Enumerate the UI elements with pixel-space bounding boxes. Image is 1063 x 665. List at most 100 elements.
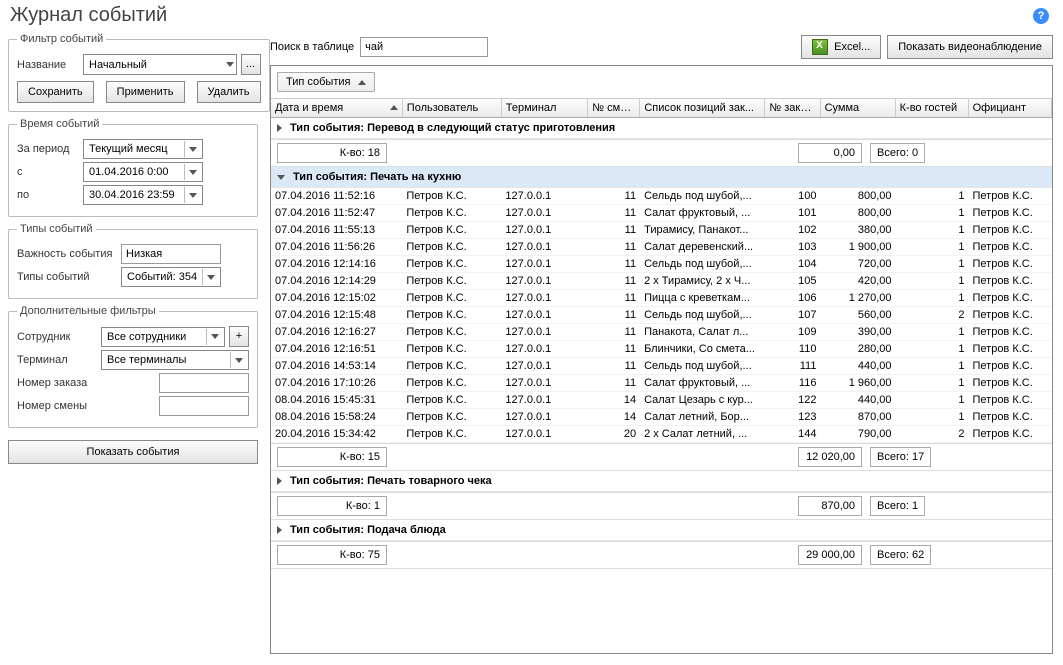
cell-sum: 1 900,00 (820, 239, 895, 256)
table-row[interactable]: 07.04.2016 12:14:29Петров К.С.127.0.0.11… (271, 273, 1052, 290)
col-positions[interactable]: Список позиций зак... (640, 99, 765, 118)
chevron-down-icon (189, 170, 197, 175)
excel-button[interactable]: Excel... (801, 35, 881, 59)
group-row[interactable]: Тип события: Подача блюда (271, 520, 1052, 541)
group-row[interactable]: Тип события: Перевод в следующий статус … (271, 118, 1052, 139)
cell-order: 104 (765, 256, 820, 273)
cell-shift: 11 (588, 307, 640, 324)
terminal-select[interactable]: Все терминалы (101, 350, 249, 370)
from-datetime[interactable]: 01.04.2016 0:00 (83, 162, 203, 182)
table-row[interactable]: 07.04.2016 17:10:26Петров К.С.127.0.0.11… (271, 375, 1052, 392)
cell-shift: 11 (588, 341, 640, 358)
save-button[interactable]: Сохранить (17, 81, 94, 103)
table-row[interactable]: 07.04.2016 11:56:26Петров К.С.127.0.0.11… (271, 239, 1052, 256)
cell-datetime: 07.04.2016 12:15:02 (271, 290, 402, 307)
col-terminal[interactable]: Терминал (501, 99, 587, 118)
group-summary: К-во: 18 0,00 Всего: 0 (271, 139, 1052, 167)
apply-button[interactable]: Применить (106, 81, 185, 103)
group-sum: 0,00 (798, 143, 862, 163)
help-icon[interactable]: ? (1033, 8, 1049, 24)
shift-num-input[interactable] (159, 396, 249, 416)
cell-positions: Салат фруктовый, ... (640, 375, 765, 392)
group-row[interactable]: Тип события: Печать товарного чека (271, 471, 1052, 492)
order-num-label: Номер заказа (17, 377, 97, 389)
importance-input[interactable] (121, 244, 221, 264)
cell-sum: 1 270,00 (820, 290, 895, 307)
table-row[interactable]: 07.04.2016 11:55:13Петров К.С.127.0.0.11… (271, 222, 1052, 239)
table-row[interactable]: 07.04.2016 11:52:16Петров К.С.127.0.0.11… (271, 188, 1052, 205)
cell-datetime: 20.04.2016 15:34:42 (271, 426, 402, 443)
cell-user: Петров К.С. (402, 222, 501, 239)
col-waiter[interactable]: Официант (968, 99, 1051, 118)
chevron-down-icon (235, 358, 243, 363)
search-input[interactable] (360, 37, 488, 57)
cell-datetime: 07.04.2016 11:52:16 (271, 188, 402, 205)
collapse-icon (277, 175, 285, 180)
group-row[interactable]: Тип события: Печать на кухню (271, 167, 1052, 188)
col-guests[interactable]: К-во гостей (895, 99, 968, 118)
add-employee-button[interactable]: + (229, 326, 249, 347)
group-by-label: Тип события (286, 76, 350, 88)
video-button[interactable]: Показать видеонаблюдение (887, 35, 1053, 59)
cell-shift: 11 (588, 324, 640, 341)
col-datetime[interactable]: Дата и время (271, 99, 402, 118)
order-num-input[interactable] (159, 373, 249, 393)
table-row[interactable]: 08.04.2016 15:58:24Петров К.С.127.0.0.11… (271, 409, 1052, 426)
group-count: К-во: 1 (277, 496, 387, 516)
name-label: Название (17, 59, 79, 71)
cell-datetime: 07.04.2016 11:55:13 (271, 222, 402, 239)
delete-button[interactable]: Удалить (197, 81, 261, 103)
show-events-button[interactable]: Показать события (8, 440, 258, 464)
event-types-value: Событий: 354 (127, 271, 197, 283)
to-label: по (17, 189, 79, 201)
cell-terminal: 127.0.0.1 (501, 324, 588, 341)
cell-user: Петров К.С. (402, 256, 501, 273)
types-legend: Типы событий (17, 223, 96, 235)
cell-sum: 870,00 (820, 409, 895, 426)
cell-guests: 1 (896, 409, 969, 426)
employee-value: Все сотрудники (107, 331, 186, 343)
event-types-select[interactable]: Событий: 354 (121, 267, 221, 287)
cell-user: Петров К.С. (402, 205, 501, 222)
table-row[interactable]: 08.04.2016 15:45:31Петров К.С.127.0.0.11… (271, 392, 1052, 409)
period-select[interactable]: Текущий месяц (83, 139, 203, 159)
to-datetime[interactable]: 30.04.2016 23:59 (83, 185, 203, 205)
table-row[interactable]: 07.04.2016 12:14:16Петров К.С.127.0.0.11… (271, 256, 1052, 273)
filter-legend: Фильтр событий (17, 33, 106, 45)
cell-waiter: Петров К.С. (969, 205, 1053, 222)
cell-order: 101 (765, 205, 820, 222)
table-row[interactable]: 07.04.2016 11:52:47Петров К.С.127.0.0.11… (271, 205, 1052, 222)
cell-sum: 440,00 (820, 392, 895, 409)
table-row[interactable]: 07.04.2016 12:16:51Петров К.С.127.0.0.11… (271, 341, 1052, 358)
cell-shift: 14 (588, 409, 640, 426)
employee-select[interactable]: Все сотрудники (101, 327, 225, 347)
cell-guests: 1 (896, 341, 969, 358)
col-order[interactable]: № заказа (765, 99, 820, 118)
cell-order: 122 (765, 392, 820, 409)
group-title: Тип события: Подача блюда (290, 524, 446, 536)
sort-asc-icon (358, 80, 366, 85)
table-row[interactable]: 07.04.2016 14:53:14Петров К.С.127.0.0.11… (271, 358, 1052, 375)
table-row[interactable]: 07.04.2016 12:15:48Петров К.С.127.0.0.11… (271, 307, 1052, 324)
cell-positions: Салат фруктовый, ... (640, 205, 765, 222)
col-shift[interactable]: № смены (588, 99, 640, 118)
table-row[interactable]: 07.04.2016 12:16:27Петров К.С.127.0.0.11… (271, 324, 1052, 341)
cell-sum: 390,00 (820, 324, 895, 341)
cell-datetime: 07.04.2016 12:16:27 (271, 324, 402, 341)
cell-terminal: 127.0.0.1 (501, 392, 588, 409)
cell-user: Петров К.С. (402, 358, 501, 375)
cell-datetime: 08.04.2016 15:58:24 (271, 409, 402, 426)
cell-sum: 1 960,00 (820, 375, 895, 392)
table-row[interactable]: 07.04.2016 12:15:02Петров К.С.127.0.0.11… (271, 290, 1052, 307)
name-value: Начальный (89, 59, 147, 71)
expand-icon (277, 526, 282, 534)
cell-user: Петров К.С. (402, 273, 501, 290)
cell-shift: 11 (588, 239, 640, 256)
chevron-down-icon (211, 334, 219, 339)
col-user[interactable]: Пользователь (402, 99, 501, 118)
group-by-box[interactable]: Тип события (277, 72, 375, 92)
table-row[interactable]: 20.04.2016 15:34:42Петров К.С.127.0.0.12… (271, 426, 1052, 443)
col-sum[interactable]: Сумма (820, 99, 895, 118)
name-more-button[interactable]: ... (241, 54, 261, 75)
name-select[interactable]: Начальный (83, 54, 237, 75)
